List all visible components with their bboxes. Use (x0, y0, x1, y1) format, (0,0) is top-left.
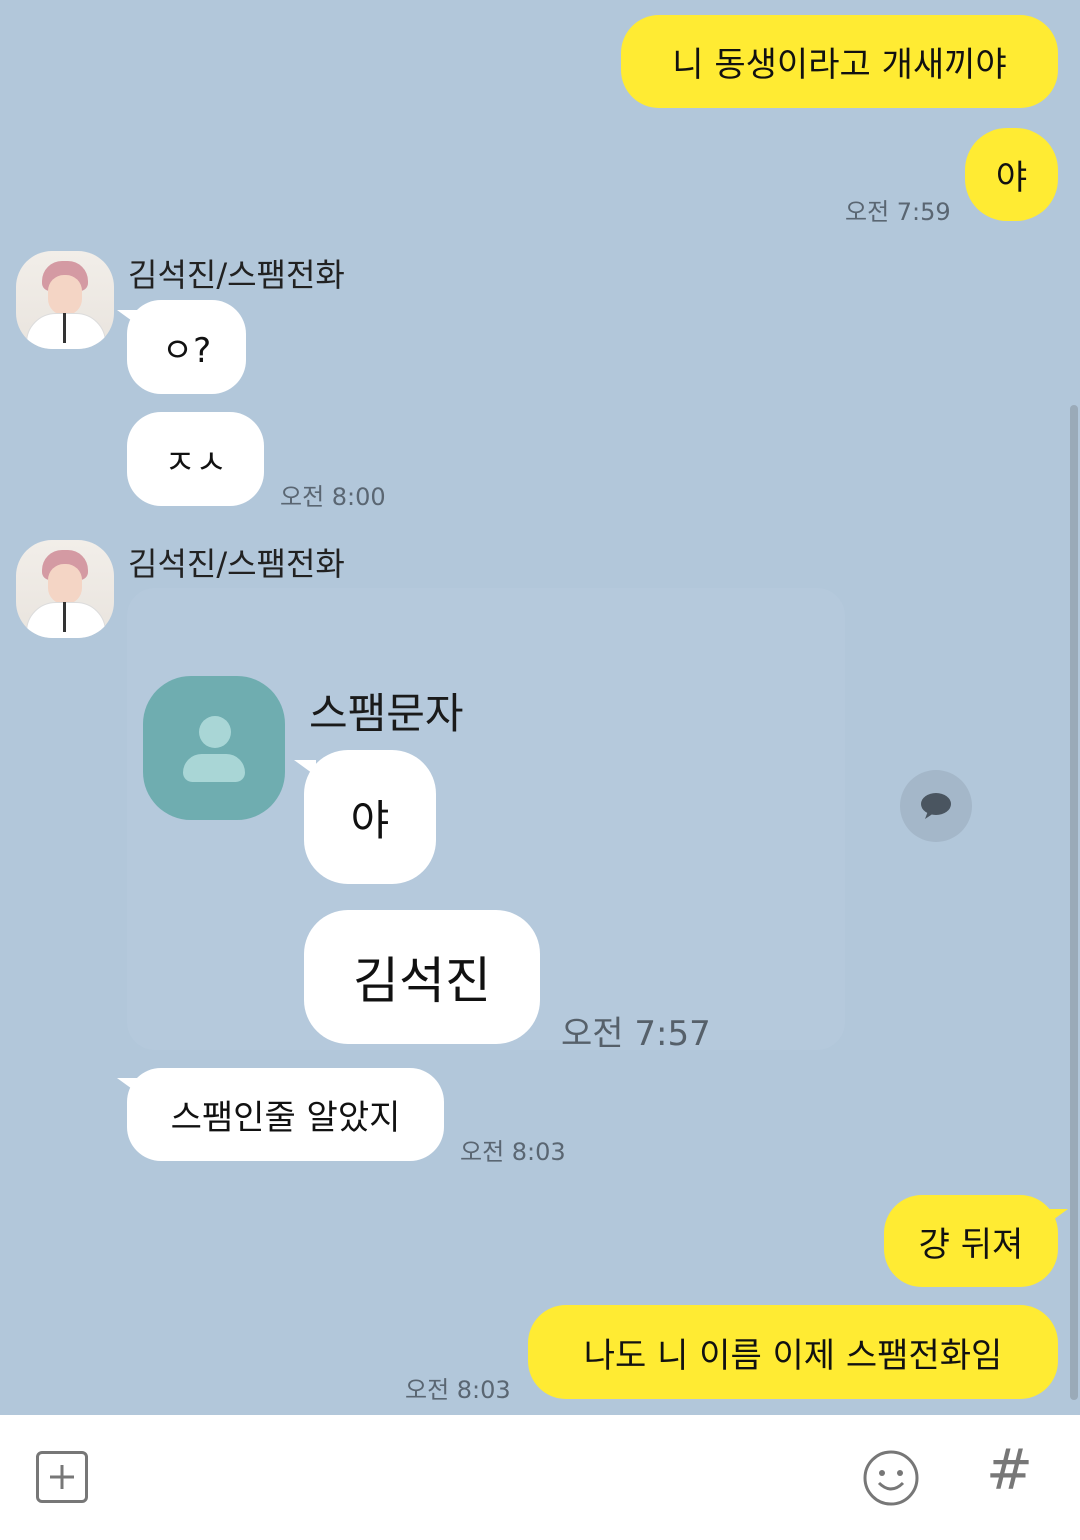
my-message-bubble[interactable]: 니 동생이라고 개새끼야 (621, 15, 1058, 108)
my-message-bubble[interactable]: 나도 니 이름 이제 스팸전화임 (528, 1305, 1058, 1399)
profile-avatar[interactable] (16, 540, 114, 638)
message-text: 니 동생이라고 개새끼야 (672, 45, 1007, 85)
message-text: 야 (995, 158, 1028, 198)
other-message-bubble[interactable]: 스팸인줄 알았지 (117, 1068, 444, 1161)
sender-name: 김석진/스팸전화 (128, 256, 345, 294)
message-text: 스팸인줄 알았지 (170, 1098, 401, 1138)
sender-name: 김석진/스팸전화 (128, 545, 345, 583)
spam-sender-name: 스팸문자 (309, 689, 464, 738)
message-text: 야 (350, 795, 390, 845)
my-message-bubble[interactable]: 야 (965, 128, 1058, 221)
profile-avatar[interactable] (16, 251, 114, 349)
contact-avatar-icon (143, 676, 285, 820)
message-time: 오전 8:00 (280, 483, 386, 511)
scrollbar[interactable] (1070, 405, 1078, 1400)
shared-screenshot-image[interactable]: 스팸문자 야 김석진 오전 7:57 (127, 588, 845, 1050)
message-text: ㅈㅅ (164, 442, 227, 483)
message-text: 걍 뒤져 (918, 1224, 1024, 1265)
spam-message-time: 오전 7:57 (561, 1014, 711, 1050)
spam-message-bubble: 김석진 (304, 910, 540, 1044)
speech-bubble-icon (921, 793, 951, 819)
message-input-bar: # (0, 1415, 1080, 1540)
message-text: 김석진 (353, 952, 491, 1010)
hash-icon[interactable]: # (986, 1443, 1033, 1499)
spam-message-bubble: 야 (294, 750, 436, 884)
emoji-icon[interactable] (862, 1449, 920, 1507)
message-text: ㅇ? (161, 330, 212, 371)
message-time: 오전 8:03 (460, 1138, 566, 1166)
share-button[interactable] (900, 770, 972, 842)
my-message-bubble[interactable]: 걍 뒤져 (884, 1195, 1068, 1287)
add-attachment-button[interactable] (36, 1451, 88, 1503)
chat-area[interactable]: 니 동생이라고 개새끼야 야 오전 7:59 김석진/스팸전화 ㅇ? ㅈㅅ 오전… (0, 0, 1080, 1415)
message-time: 오전 7:59 (845, 198, 951, 226)
other-message-bubble[interactable]: ㅇ? (117, 300, 246, 394)
other-message-bubble[interactable]: ㅈㅅ (127, 412, 264, 506)
message-text: 나도 니 이름 이제 스팸전화임 (583, 1335, 1003, 1376)
message-time: 오전 8:03 (405, 1376, 511, 1404)
plus-icon (50, 1465, 74, 1489)
